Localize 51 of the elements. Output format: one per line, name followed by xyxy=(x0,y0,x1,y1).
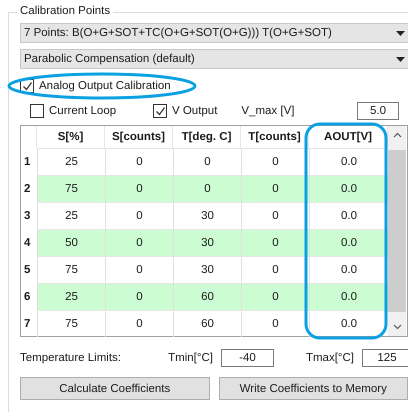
checkbox[interactable] xyxy=(30,104,44,118)
caret-icon xyxy=(396,30,405,36)
group-title: Calibration Points xyxy=(17,5,114,17)
table-cell: 0 xyxy=(105,175,173,202)
table-cell: 50 xyxy=(37,229,105,256)
scrollbar[interactable] xyxy=(388,126,406,336)
table-cell: 0 xyxy=(105,229,173,256)
option-checkbox[interactable]: Current Loop xyxy=(30,104,153,118)
action-button[interactable]: Calculate Coefficients xyxy=(20,377,210,400)
temperature-limits-label: Temperature Limits: xyxy=(20,352,121,364)
table-cell: 75 xyxy=(37,310,105,337)
table-cell: 60 xyxy=(173,310,241,337)
row-header: 1 xyxy=(23,154,32,170)
option-checkbox[interactable]: V Output xyxy=(153,104,218,118)
row-header: 3 xyxy=(23,208,32,224)
row-header: 6 xyxy=(23,290,32,304)
row-header: 7 xyxy=(23,316,32,332)
dropdown[interactable]: 7 Points: B(O+G+SOT+TC(O+G+SOT(O+G))) T(O+G+SOT) xyxy=(20,23,408,43)
table-cell: 0 xyxy=(241,175,309,202)
row-header: 2 xyxy=(23,182,32,196)
table-cell: 0.0 xyxy=(309,175,388,202)
tmax-label: Tmax[°C] xyxy=(306,352,354,364)
scroll-down-icon[interactable] xyxy=(392,324,402,330)
column-header: T[deg. C] xyxy=(173,126,241,148)
action-button[interactable]: Write Coefficients to Memory xyxy=(218,377,408,400)
column-header: S[counts] xyxy=(105,126,173,148)
vmax-field[interactable]: 5.0 xyxy=(357,102,399,120)
table-cell: 0 xyxy=(105,283,173,310)
table-cell: 0 xyxy=(241,310,309,337)
row-header: 4 xyxy=(23,236,32,250)
tmax-field[interactable]: 125 xyxy=(362,349,408,367)
tmin-field[interactable]: -40 xyxy=(220,349,274,367)
dropdown[interactable]: Parabolic Compensation (default) xyxy=(20,49,408,69)
column-header: T[counts] xyxy=(241,126,309,148)
table-cell: 0 xyxy=(173,175,241,202)
column-header: S[%] xyxy=(37,126,105,148)
caret-icon xyxy=(396,56,405,62)
table-cell: 75 xyxy=(37,175,105,202)
table-cell: 30 xyxy=(173,229,241,256)
table-cell: 0 xyxy=(241,229,309,256)
table-cell: 0.0 xyxy=(309,283,388,310)
vmax-label: V_max [V] xyxy=(241,105,294,117)
table-cell: 0.0 xyxy=(309,229,388,256)
scroll-up-icon[interactable] xyxy=(392,132,402,138)
checkbox[interactable] xyxy=(153,104,167,118)
row-header: 5 xyxy=(23,262,32,278)
table-cell: 0 xyxy=(241,283,309,310)
table-cell: 0 xyxy=(105,310,173,337)
table-cell: 60 xyxy=(173,283,241,310)
table-cell: 25 xyxy=(37,283,105,310)
tmin-label: Tmin[°C] xyxy=(168,352,213,364)
